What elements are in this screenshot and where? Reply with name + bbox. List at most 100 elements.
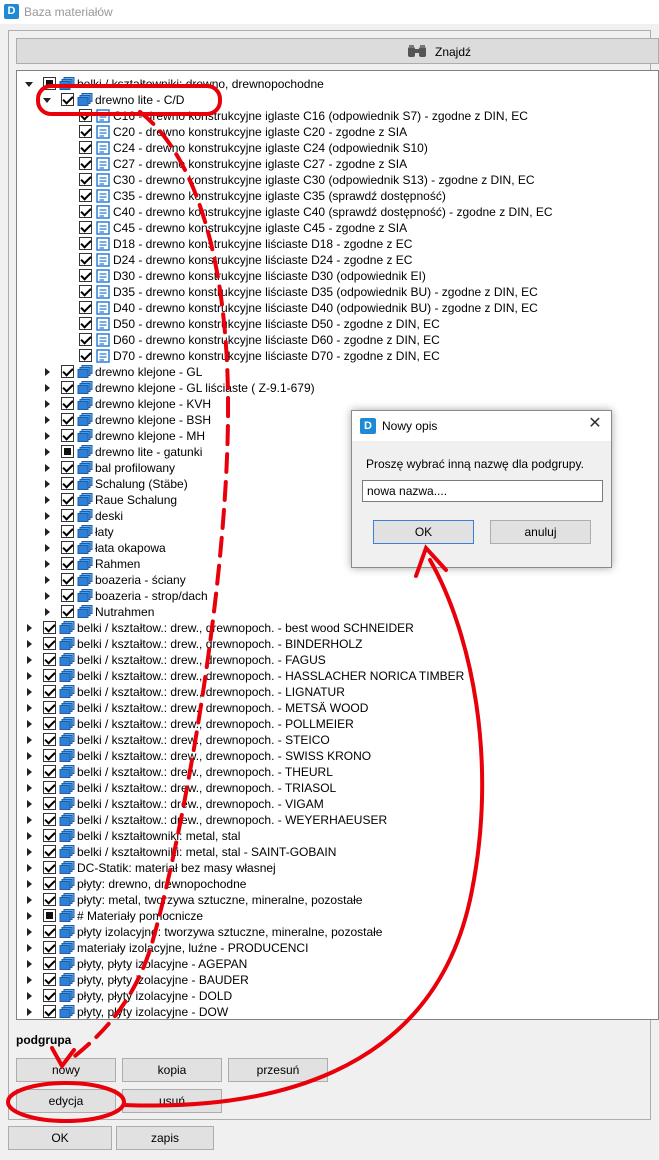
tree-checkbox[interactable] xyxy=(43,1005,56,1018)
tree-checkbox[interactable] xyxy=(79,205,92,218)
expander-closed-icon[interactable] xyxy=(27,896,32,904)
tree-item-p-yty-p-yty-izolacyjne-agepan[interactable]: płyty, płyty izolacyjne - AGEPAN xyxy=(17,956,657,972)
tree-checkbox[interactable] xyxy=(43,925,56,938)
tree-checkbox[interactable] xyxy=(79,349,92,362)
tree-checkbox[interactable] xyxy=(79,269,92,282)
tree-item-materia-y-pomocnicze[interactable]: # Materiały pomocnicze xyxy=(17,908,657,924)
expander-closed-icon[interactable] xyxy=(27,864,32,872)
expander-closed-icon[interactable] xyxy=(45,432,50,440)
dialog-ok-button[interactable]: OK xyxy=(373,520,474,544)
tree-item-c35-drewno-konstrukcyjne-iglaste-c35-spr[interactable]: C35 - drewno konstrukcyjne iglaste C35 (… xyxy=(17,188,657,204)
tree-checkbox[interactable] xyxy=(61,541,74,554)
tree-item-d40-drewno-konstrukcyjne-lis-ciaste-d40-[interactable]: D40 - drewno konstrukcyjne liściaste D40… xyxy=(17,300,657,316)
tree-checkbox[interactable] xyxy=(61,397,74,410)
tree-checkbox[interactable] xyxy=(43,77,56,90)
expander-closed-icon[interactable] xyxy=(27,704,32,712)
expander-closed-icon[interactable] xyxy=(27,656,32,664)
tree-checkbox[interactable] xyxy=(43,861,56,874)
tree-item-boazeria-s-ciany[interactable]: boazeria - ściany xyxy=(17,572,657,588)
tree-checkbox[interactable] xyxy=(43,685,56,698)
tree-checkbox[interactable] xyxy=(79,173,92,186)
tree-item-c30-drewno-konstrukcyjne-iglaste-c30-odp[interactable]: C30 - drewno konstrukcyjne iglaste C30 (… xyxy=(17,172,657,188)
tree-checkbox[interactable] xyxy=(43,989,56,1002)
tree-checkbox[interactable] xyxy=(79,125,92,138)
tree-item-c20-drewno-konstrukcyjne-iglaste-c20-zgo[interactable]: C20 - drewno konstrukcyjne iglaste C20 -… xyxy=(17,124,657,140)
new-button[interactable]: nowy xyxy=(16,1058,116,1082)
tree-item-belki-kszta-tow-drew-drewnopoch-binderho[interactable]: belki / kształtow.: drew., drewnopoch. -… xyxy=(17,636,657,652)
tree-checkbox[interactable] xyxy=(43,749,56,762)
tree-checkbox[interactable] xyxy=(43,717,56,730)
tree-item-belki-kszta-towniki-metal-stal-saint-gob[interactable]: belki / kształtowniki: metal, stal - SAI… xyxy=(17,844,657,860)
tree-item-dc-statik-materia-bez-masy-w-asnej[interactable]: DC-Statik: materiał bez masy własnej xyxy=(17,860,657,876)
expander-closed-icon[interactable] xyxy=(27,736,32,744)
tree-item-boazeria-strop-dach[interactable]: boazeria - strop/dach xyxy=(17,588,657,604)
tree-checkbox[interactable] xyxy=(43,877,56,890)
tree-item-belki-kszta-tow-drew-drewnopoch-weyerhae[interactable]: belki / kształtow.: drew., drewnopoch. -… xyxy=(17,812,657,828)
tree-item-p-yty-p-yty-izolacyjne-dow[interactable]: płyty, płyty izolacyjne - DOW xyxy=(17,1004,657,1019)
tree-checkbox[interactable] xyxy=(61,605,74,618)
tree-checkbox[interactable] xyxy=(43,941,56,954)
tree-checkbox[interactable] xyxy=(79,317,92,330)
expander-closed-icon[interactable] xyxy=(27,688,32,696)
tree-item-materia-y-izolacyjne-luz-ne-producenci[interactable]: materiały izolacyjne, luźne - PRODUCENCI xyxy=(17,940,657,956)
tree-item-drewno-klejone-gl[interactable]: drewno klejone - GL xyxy=(17,364,657,380)
expander-closed-icon[interactable] xyxy=(27,640,32,648)
copy-button[interactable]: kopia xyxy=(122,1058,222,1082)
tree-checkbox[interactable] xyxy=(61,413,74,426)
expander-closed-icon[interactable] xyxy=(45,560,50,568)
tree-checkbox[interactable] xyxy=(61,509,74,522)
tree-item-c45-drewno-konstrukcyjne-iglaste-c45-zgo[interactable]: C45 - drewno konstrukcyjne iglaste C45 -… xyxy=(17,220,657,236)
tree-item-p-yty-p-yty-izolacyjne-bauder[interactable]: płyty, płyty izolacyjne - BAUDER xyxy=(17,972,657,988)
tree-checkbox[interactable] xyxy=(79,157,92,170)
tree-item-belki-kszta-tow-drew-drewnopoch-triasol[interactable]: belki / kształtow.: drew., drewnopoch. -… xyxy=(17,780,657,796)
tree-item-c40-drewno-konstrukcyjne-iglaste-c40-spr[interactable]: C40 - drewno konstrukcyjne iglaste C40 (… xyxy=(17,204,657,220)
tree-checkbox[interactable] xyxy=(43,653,56,666)
tree-checkbox[interactable] xyxy=(61,445,74,458)
expander-closed-icon[interactable] xyxy=(27,832,32,840)
tree-item-drewno-klejone-gl-lis-ciaste-z-9-1-679[interactable]: drewno klejone - GL liściaste ( Z-9.1-67… xyxy=(17,380,657,396)
tree-item-d50-drewno-konstrukcyjne-lis-ciaste-d50-[interactable]: D50 - drewno konstrukcyjne liściaste D50… xyxy=(17,316,657,332)
expander-closed-icon[interactable] xyxy=(27,752,32,760)
tree-item-belki-kszta-tow-drew-drewnopoch-metsa-wo[interactable]: belki / kształtow.: drew., drewnopoch. -… xyxy=(17,700,657,716)
tree-checkbox[interactable] xyxy=(61,381,74,394)
expander-closed-icon[interactable] xyxy=(45,400,50,408)
expander-closed-icon[interactable] xyxy=(45,496,50,504)
tree-item-d24-drewno-konstrukcyjne-lis-ciaste-d24-[interactable]: D24 - drewno konstrukcyjne liściaste D24… xyxy=(17,252,657,268)
tree-item-p-yty-izolacyjne-tworzywa-sztuczne-miner[interactable]: płyty izolacyjne: tworzywa sztuczne, min… xyxy=(17,924,657,940)
tree-item-c16-drewno-konstrukcyjne-iglaste-c16-odp[interactable]: C16 - drewno konstrukcyjne iglaste C16 (… xyxy=(17,108,657,124)
expander-open-icon[interactable] xyxy=(25,82,33,87)
tree-checkbox[interactable] xyxy=(61,573,74,586)
tree-checkbox[interactable] xyxy=(61,477,74,490)
tree-item-belki-kszta-tow-drew-drewnopoch-theurl[interactable]: belki / kształtow.: drew., drewnopoch. -… xyxy=(17,764,657,780)
tree-checkbox[interactable] xyxy=(79,141,92,154)
dialog-cancel-button[interactable]: anuluj xyxy=(490,520,591,544)
tree-checkbox[interactable] xyxy=(43,957,56,970)
expander-closed-icon[interactable] xyxy=(27,1008,32,1016)
tree-item-d35-drewno-konstrukcyjne-lis-ciaste-d35-[interactable]: D35 - drewno konstrukcyjne liściaste D35… xyxy=(17,284,657,300)
expander-closed-icon[interactable] xyxy=(45,384,50,392)
new-name-input[interactable] xyxy=(362,480,603,502)
tree-item-nutrahmen[interactable]: Nutrahmen xyxy=(17,604,657,620)
delete-button[interactable]: usuń xyxy=(122,1089,222,1113)
expander-closed-icon[interactable] xyxy=(45,544,50,552)
expander-closed-icon[interactable] xyxy=(45,480,50,488)
tree-checkbox[interactable] xyxy=(43,829,56,842)
tree-checkbox[interactable] xyxy=(61,589,74,602)
tree-checkbox[interactable] xyxy=(43,909,56,922)
expander-closed-icon[interactable] xyxy=(45,608,50,616)
tree-item-p-yty-metal-tworzywa-sztuczne-mineralne-[interactable]: płyty: metal, tworzywa sztuczne, mineral… xyxy=(17,892,657,908)
tree-item-d60-drewno-konstrukcyjne-lis-ciaste-d60-[interactable]: D60 - drewno konstrukcyjne liściaste D60… xyxy=(17,332,657,348)
expander-closed-icon[interactable] xyxy=(27,624,32,632)
expander-closed-icon[interactable] xyxy=(27,720,32,728)
move-button[interactable]: przesuń xyxy=(228,1058,328,1082)
expander-closed-icon[interactable] xyxy=(27,960,32,968)
expander-closed-icon[interactable] xyxy=(45,464,50,472)
expander-closed-icon[interactable] xyxy=(27,848,32,856)
tree-checkbox[interactable] xyxy=(61,557,74,570)
tree-checkbox[interactable] xyxy=(79,189,92,202)
expander-closed-icon[interactable] xyxy=(27,672,32,680)
edit-button[interactable]: edycja xyxy=(16,1089,116,1113)
tree-checkbox[interactable] xyxy=(43,893,56,906)
tree-checkbox[interactable] xyxy=(43,845,56,858)
expander-closed-icon[interactable] xyxy=(45,528,50,536)
